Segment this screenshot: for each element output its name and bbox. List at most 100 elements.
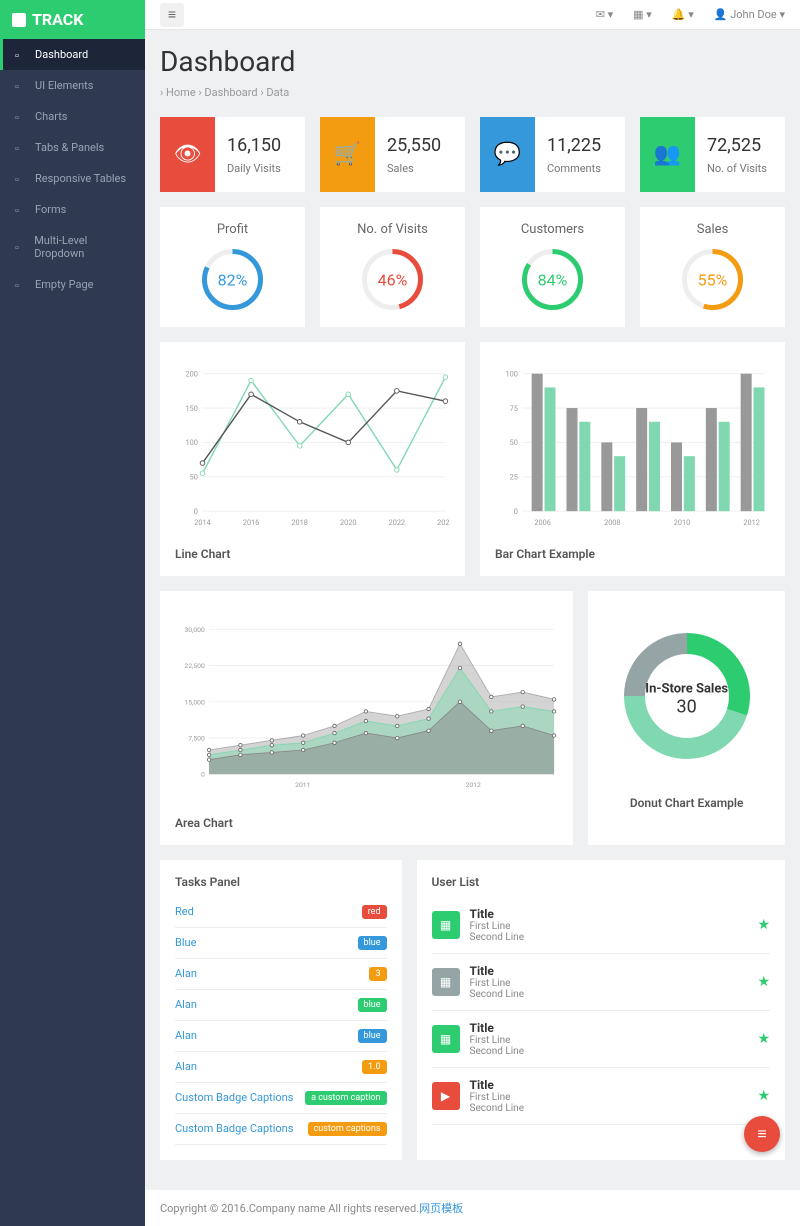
user-avatar-icon: ▦ — [432, 1025, 460, 1053]
nav-label: Responsive Tables — [35, 172, 126, 185]
task-item[interactable]: Alan3 — [175, 959, 387, 990]
sidebar-item-tabs-&-panels[interactable]: ▫Tabs & Panels — [0, 132, 145, 163]
user-list-item[interactable]: ▦ Title First Line Second Line ★ — [432, 954, 770, 1011]
svg-text:2012: 2012 — [743, 518, 759, 527]
sidebar-item-forms[interactable]: ▫Forms — [0, 194, 145, 225]
stat-label: Daily Visits — [227, 162, 281, 175]
svg-text:2022: 2022 — [389, 518, 405, 527]
gauge-title: Customers — [495, 222, 610, 237]
stat-card[interactable]: 👥 72,525 No. of Visits — [640, 117, 785, 192]
svg-text:75: 75 — [510, 404, 518, 413]
stat-card[interactable]: 👁 16,150 Daily Visits — [160, 117, 305, 192]
chart-title: Line Chart — [175, 547, 450, 561]
svg-text:2016: 2016 — [243, 518, 259, 527]
user-line1: First Line — [470, 921, 748, 932]
breadcrumb-item[interactable]: Dashboard — [204, 86, 257, 99]
user-line2: Second Line — [470, 932, 748, 943]
task-badge: a custom caption — [305, 1091, 386, 1105]
svg-text:150: 150 — [186, 404, 198, 413]
gauge-title: Sales — [655, 222, 770, 237]
nav-icon: ▫ — [15, 241, 26, 253]
user-line2: Second Line — [470, 1046, 748, 1057]
task-name[interactable]: Alan — [175, 967, 197, 981]
task-name[interactable]: Alan — [175, 1029, 197, 1043]
sidebar-item-ui-elements[interactable]: ▫UI Elements — [0, 70, 145, 101]
nav-label: Tabs & Panels — [35, 141, 104, 154]
task-name[interactable]: Red — [175, 905, 194, 919]
svg-text:2024: 2024 — [437, 518, 450, 527]
star-icon[interactable]: ★ — [757, 917, 770, 933]
nav-icon: ▫ — [15, 279, 27, 291]
star-icon[interactable]: ★ — [757, 974, 770, 990]
task-item[interactable]: Custom Badge Captions a custom caption — [175, 1083, 387, 1114]
gauge-value: 55% — [698, 270, 728, 289]
breadcrumb-item[interactable]: Data — [266, 86, 289, 99]
menu-toggle-icon[interactable]: ≡ — [160, 3, 184, 27]
nav-label: Charts — [35, 110, 67, 123]
star-icon[interactable]: ★ — [757, 1031, 770, 1047]
nav-icon: ▫ — [15, 80, 27, 92]
svg-text:2014: 2014 — [194, 518, 210, 527]
stat-card[interactable]: 🛒 25,550 Sales — [320, 117, 465, 192]
user-menu[interactable]: 👤 John Doe ▾ — [714, 8, 785, 21]
svg-text:50: 50 — [190, 473, 198, 482]
sidebar-item-empty-page[interactable]: ▫Empty Page — [0, 269, 145, 300]
stat-value: 25,550 — [387, 135, 441, 156]
breadcrumb-item[interactable]: Home — [166, 86, 196, 99]
svg-text:100: 100 — [186, 438, 198, 447]
footer-link[interactable]: 网页模板 — [419, 1202, 463, 1215]
nav-label: Multi-Level Dropdown — [34, 234, 133, 260]
svg-text:0: 0 — [201, 771, 205, 779]
nav-icon: ▫ — [15, 49, 27, 61]
user-list-item[interactable]: ▦ Title First Line Second Line ★ — [432, 897, 770, 954]
svg-text:2018: 2018 — [291, 518, 307, 527]
gauge-card: Sales 55% — [640, 207, 785, 327]
sidebar-item-multi-level-dropdown[interactable]: ▫ Multi-Level Dropdown — [0, 225, 145, 269]
bar-chart: 02550751002006200820102012 — [495, 357, 770, 537]
user-list-item[interactable]: ▶ Title First Line Second Line ★ — [432, 1068, 770, 1125]
panel-title: Tasks Panel — [175, 875, 387, 889]
sidebar-item-charts[interactable]: ▫Charts — [0, 101, 145, 132]
task-name[interactable]: Custom Badge Captions — [175, 1122, 293, 1136]
svg-text:100: 100 — [506, 369, 518, 378]
user-avatar-icon: ▦ — [432, 968, 460, 996]
panel-title: User List — [432, 875, 770, 889]
area-chart: 07,50015,00022,50030,00020112012 — [175, 606, 558, 806]
task-name[interactable]: Blue — [175, 936, 196, 950]
task-item[interactable]: Alan 1.0 — [175, 1052, 387, 1083]
svg-text:2010: 2010 — [674, 518, 690, 527]
task-item[interactable]: Alanblue — [175, 990, 387, 1021]
line-chart: 050100150200201420162018202020222024 — [175, 357, 450, 537]
chart-title: Bar Chart Example — [495, 547, 770, 561]
gauge-value: 84% — [538, 270, 568, 289]
mail-icon[interactable]: ✉ ▾ — [596, 8, 613, 21]
task-name[interactable]: Alan — [175, 998, 197, 1012]
stat-value: 72,525 — [707, 135, 767, 156]
svg-text:15,000: 15,000 — [184, 698, 205, 706]
task-badge: 1.0 — [362, 1060, 387, 1074]
task-badge: custom captions — [308, 1122, 387, 1136]
svg-text:2020: 2020 — [340, 518, 356, 527]
user-avatar-icon: ▶ — [432, 1082, 460, 1110]
topbar: ≡ ✉ ▾ ▦ ▾ 🔔 ▾ 👤 John Doe ▾ — [145, 0, 800, 30]
task-name[interactable]: Custom Badge Captions — [175, 1091, 293, 1105]
fab-button[interactable]: ≡ — [744, 1116, 780, 1152]
task-item[interactable]: Alan blue — [175, 1021, 387, 1052]
bell-icon[interactable]: 🔔 ▾ — [672, 8, 694, 21]
logo[interactable]: TRACK — [0, 0, 145, 39]
sidebar-item-responsive-tables[interactable]: ▫Responsive Tables — [0, 163, 145, 194]
task-name[interactable]: Alan — [175, 1060, 197, 1074]
task-item[interactable]: Custom Badge Captions custom captions — [175, 1114, 387, 1145]
task-badge: blue — [358, 1029, 387, 1043]
user-title: Title — [470, 907, 748, 921]
stat-card[interactable]: 💬 11,225 Comments — [480, 117, 625, 192]
star-icon[interactable]: ★ — [757, 1088, 770, 1104]
stat-label: No. of Visits — [707, 162, 767, 175]
sidebar-item-dashboard[interactable]: ▫Dashboard — [0, 39, 145, 70]
task-item[interactable]: Blueblue — [175, 928, 387, 959]
donut-chart: In-Store Sales 30 — [603, 606, 770, 786]
user-list-item[interactable]: ▦ Title First Line Second Line ★ — [432, 1011, 770, 1068]
gauge-value: 46% — [378, 270, 408, 289]
task-item[interactable]: Redred — [175, 897, 387, 928]
grid-icon[interactable]: ▦ ▾ — [633, 8, 652, 21]
